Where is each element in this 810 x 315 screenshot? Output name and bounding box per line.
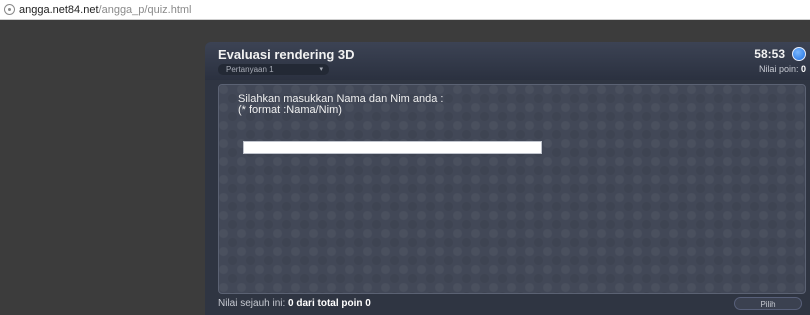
timer-indicator-icon [792, 47, 806, 61]
page-viewport: Evaluasi rendering 3D Pertanyaan 1 ▾ 58:… [0, 20, 810, 315]
score-label: Nilai poin: [758, 64, 799, 74]
score-value: 0 [800, 64, 806, 74]
question-selector[interactable]: Pertanyaan 1 ▾ [218, 64, 329, 75]
score-so-far-value: 0 dari total poin 0 [288, 298, 371, 309]
url-path: /angga_p/quiz.html [98, 3, 192, 16]
score-display: Nilai poin: 0 [759, 64, 806, 74]
timer: 58:53 [754, 47, 785, 61]
question-prompt: Silahkan masukkan Nama dan Nim anda : (*… [238, 94, 443, 116]
quiz-footer: Nilai sejauh ini: 0 dari total poin 0 Pi… [205, 295, 810, 315]
page-info-icon[interactable] [4, 4, 15, 15]
chevron-down-icon: ▾ [319, 66, 323, 73]
quiz-title: Evaluasi rendering 3D [218, 47, 355, 62]
answer-input[interactable] [243, 141, 542, 154]
url-text[interactable]: angga.net84.net/angga_p/quiz.html [19, 4, 191, 16]
score-so-far-label: Nilai sejauh ini: [218, 298, 286, 309]
score-so-far: Nilai sejauh ini: 0 dari total poin 0 [218, 298, 371, 309]
url-host: angga.net84.net [19, 3, 99, 16]
question-selector-label: Pertanyaan 1 [226, 65, 274, 74]
question-panel: Silahkan masukkan Nama dan Nim anda : (*… [218, 84, 806, 294]
address-bar[interactable]: angga.net84.net/angga_p/quiz.html [0, 0, 810, 20]
quiz-header: Evaluasi rendering 3D Pertanyaan 1 ▾ 58:… [205, 42, 810, 80]
prompt-line-2: (* format :Nama/Nim) [238, 104, 342, 116]
quiz-player: Evaluasi rendering 3D Pertanyaan 1 ▾ 58:… [205, 42, 810, 315]
submit-button[interactable]: Pilih [734, 297, 802, 310]
